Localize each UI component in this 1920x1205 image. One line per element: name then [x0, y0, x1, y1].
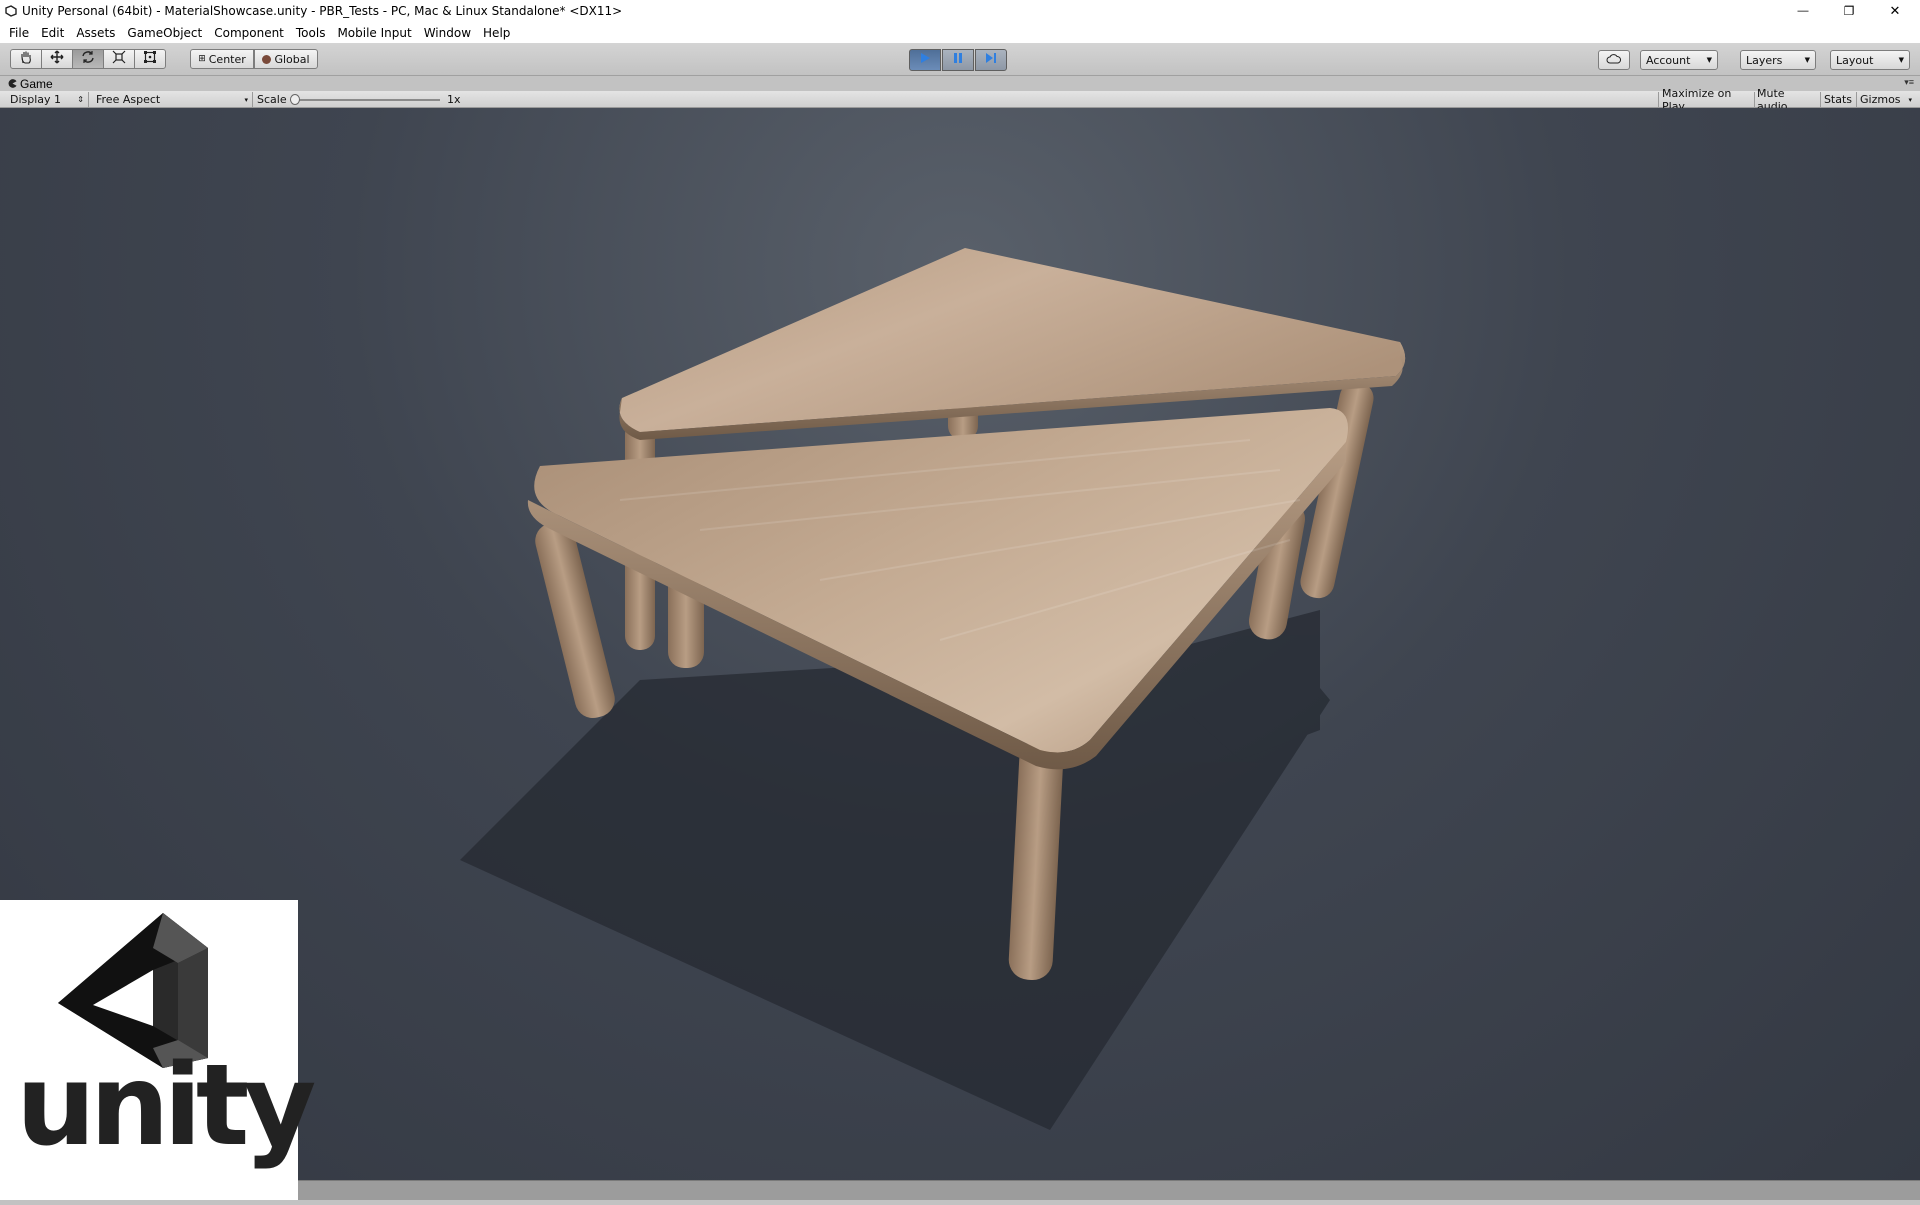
menu-assets[interactable]: Assets [70, 26, 121, 40]
main-toolbar: ⊞ Center Global Account ▼ Layers ▼ Layou… [0, 43, 1920, 76]
cloud-icon [1606, 53, 1622, 67]
divider [88, 92, 89, 107]
gizmos-dropdown[interactable]: Gizmos ▾ [1858, 92, 1914, 107]
divider [1754, 92, 1755, 107]
menu-mobile-input[interactable]: Mobile Input [331, 26, 417, 40]
scale-slider-track [290, 99, 440, 101]
step-icon [985, 51, 997, 69]
dropdown-arrow-icon: ▾ [1908, 95, 1912, 104]
scale-slider-thumb[interactable] [290, 94, 300, 105]
rect-tool-icon [143, 50, 157, 69]
rotate-icon [81, 50, 95, 69]
panel-menu-icon[interactable]: ▾≡ [1904, 77, 1914, 88]
game-tab-header: Game ▾≡ [0, 77, 1920, 91]
scale-label: Scale [257, 93, 287, 106]
aspect-dropdown[interactable]: Free Aspect ▾ [96, 92, 248, 107]
account-dropdown[interactable]: Account ▼ [1640, 50, 1718, 70]
menu-component[interactable]: Component [208, 26, 290, 40]
restore-icon: ❐ [1843, 4, 1855, 18]
menu-help[interactable]: Help [477, 26, 516, 40]
pivot-mode-label: Center [208, 52, 246, 66]
menu-bar: File Edit Assets GameObject Component To… [0, 22, 1920, 43]
maximize-on-play-toggle[interactable]: Maximize on Play [1662, 87, 1752, 113]
display-dropdown[interactable]: Display 1 ⇕ [10, 92, 84, 107]
divider [1820, 92, 1821, 107]
layout-label: Layout [1836, 53, 1874, 67]
game-tab-label: Game [20, 77, 53, 91]
minimize-icon: — [1797, 5, 1809, 17]
step-button[interactable] [975, 49, 1007, 71]
play-button[interactable] [909, 49, 941, 71]
move-tool-button[interactable] [41, 49, 73, 69]
menu-window[interactable]: Window [418, 26, 477, 40]
pivot-mode-button[interactable]: ⊞ Center [190, 49, 254, 69]
aspect-label: Free Aspect [96, 93, 161, 106]
scale-icon [112, 50, 126, 69]
layout-dropdown[interactable]: Layout ▼ [1830, 50, 1910, 70]
stats-toggle[interactable]: Stats [1823, 92, 1853, 107]
hand-icon [19, 50, 33, 69]
window-title: Unity Personal (64bit) - MaterialShowcas… [22, 4, 623, 18]
divider [1856, 92, 1857, 107]
updown-arrow-icon: ⇕ [77, 95, 84, 104]
game-view-toolbar: Display 1 ⇕ Free Aspect ▾ Scale 1x Maxim… [0, 87, 1920, 113]
unity-app-icon [0, 0, 22, 22]
menu-tools[interactable]: Tools [290, 26, 332, 40]
mute-audio-toggle[interactable]: Mute audio [1757, 87, 1817, 113]
menu-edit[interactable]: Edit [35, 26, 70, 40]
unity-logo: unity [0, 900, 316, 1200]
rotate-tool-button[interactable] [72, 49, 104, 69]
menu-file[interactable]: File [3, 26, 35, 40]
layers-label: Layers [1746, 53, 1783, 67]
close-icon: ✕ [1889, 3, 1901, 18]
pivot-space-label: Global [274, 52, 310, 66]
cloud-button[interactable] [1598, 50, 1630, 70]
layers-dropdown[interactable]: Layers ▼ [1740, 50, 1816, 70]
dropdown-arrow-icon: ▾ [244, 95, 248, 104]
scale-tool-button[interactable] [103, 49, 135, 69]
dropdown-arrow-icon: ▼ [1898, 56, 1904, 64]
globe-icon [262, 54, 272, 64]
divider [252, 92, 253, 107]
dropdown-arrow-icon: ▼ [1804, 56, 1810, 64]
pivot-center-icon: ⊞ [198, 54, 206, 64]
scale-value: 1x [447, 93, 461, 106]
play-icon [919, 51, 931, 69]
close-button[interactable]: ✕ [1872, 0, 1918, 22]
gizmos-label: Gizmos [1860, 93, 1901, 106]
hand-tool-button[interactable] [10, 49, 42, 69]
pause-button[interactable] [942, 49, 974, 71]
dropdown-arrow-icon: ▼ [1706, 56, 1712, 64]
restore-button[interactable]: ❐ [1826, 0, 1872, 22]
unity-wordmark: unity [16, 1041, 316, 1171]
title-bar: Unity Personal (64bit) - MaterialShowcas… [0, 0, 1920, 22]
pivot-space-button[interactable]: Global [254, 49, 318, 69]
display-label: Display 1 [10, 93, 62, 106]
divider [1658, 92, 1659, 107]
pause-icon [952, 51, 964, 69]
menu-gameobject[interactable]: GameObject [121, 26, 208, 40]
scale-slider[interactable] [290, 92, 440, 107]
move-icon [50, 50, 64, 69]
tab-game[interactable]: Game [8, 77, 53, 91]
minimize-button[interactable]: — [1780, 0, 1826, 22]
pacman-icon [8, 77, 17, 91]
rect-tool-button[interactable] [134, 49, 166, 69]
account-label: Account [1646, 53, 1691, 67]
